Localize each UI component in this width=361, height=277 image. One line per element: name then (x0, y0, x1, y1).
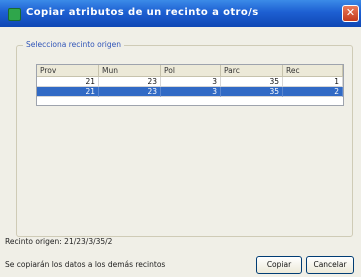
column-header-prov[interactable]: Prov (37, 65, 99, 77)
column-header-parc[interactable]: Parc (221, 65, 283, 77)
cell-parc: 35 (221, 77, 283, 87)
origin-status: Recinto origen: 21/23/3/35/2 (5, 237, 112, 246)
origin-table: Prov Mun Pol Parc Rec 21 23 3 35 1 21 23… (36, 64, 344, 106)
cell-mun: 23 (99, 87, 161, 97)
close-icon[interactable]: ✕ (342, 5, 359, 22)
cell-prov: 21 (37, 77, 99, 87)
dialog-body: Selecciona recinto origen Prov Mun Pol P… (0, 27, 361, 277)
column-header-mun[interactable]: Mun (99, 65, 161, 77)
table-row[interactable]: 21 23 3 35 1 (37, 77, 343, 87)
cell-mun: 23 (99, 77, 161, 87)
app-icon (8, 8, 21, 21)
origin-label: Recinto origen: (5, 237, 62, 246)
cell-pol: 3 (161, 77, 221, 87)
column-header-rec[interactable]: Rec (283, 65, 343, 77)
table-header: Prov Mun Pol Parc Rec (37, 65, 343, 77)
cancel-button[interactable]: Cancelar (306, 256, 354, 274)
groupbox-label: Selecciona recinto origen (23, 40, 125, 49)
cell-rec: 2 (283, 87, 343, 97)
window-title: Copiar atributos de un recinto a otro/s (26, 7, 259, 18)
copy-note: Se copiarán los datos a los demás recint… (5, 260, 166, 269)
cell-parc: 35 (221, 87, 283, 97)
column-header-pol[interactable]: Pol (161, 65, 221, 77)
title-bar[interactable]: Copiar atributos de un recinto a otro/s … (0, 0, 361, 27)
cell-rec: 1 (283, 77, 343, 87)
table-row-selected[interactable]: 21 23 3 35 2 (37, 87, 343, 97)
origin-value: 21/23/3/35/2 (64, 237, 113, 246)
dialog-window: Copiar atributos de un recinto a otro/s … (0, 0, 361, 277)
cell-prov: 21 (37, 87, 99, 97)
cell-pol: 3 (161, 87, 221, 97)
copy-button[interactable]: Copiar (256, 256, 302, 274)
